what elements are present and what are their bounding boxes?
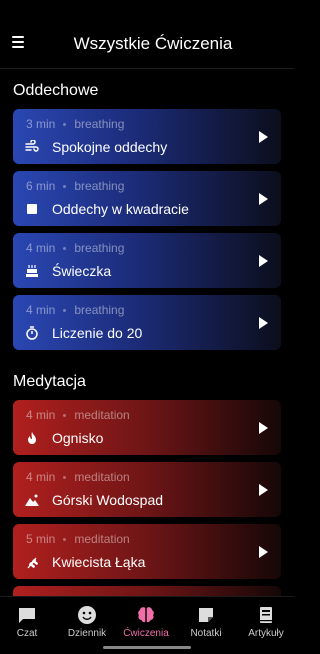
chat-icon <box>19 608 35 623</box>
duration-label: 4 min <box>26 470 56 484</box>
duration-label: 4 min <box>26 303 56 317</box>
section-title-breathing: Oddechowe <box>13 82 99 99</box>
duration-label: 3 min <box>26 117 56 131</box>
play-icon[interactable] <box>259 484 268 496</box>
app-bar: Wszystkie Ćwiczenia <box>0 0 294 76</box>
exercise-card[interactable]: 4 min meditation Górski Wodospad <box>13 462 281 517</box>
grain-icon <box>27 557 38 569</box>
play-icon[interactable] <box>259 317 268 329</box>
home-indicator <box>103 646 191 649</box>
exercise-card[interactable]: 5 min meditation Kwiecista Łąka <box>13 524 281 579</box>
landscape-icon <box>25 494 39 506</box>
exercise-name: Spokojne oddechy <box>52 139 168 155</box>
exercise-name: Górski Wodospad <box>52 492 164 508</box>
duration-label: 4 min <box>26 408 56 422</box>
category-label: meditation <box>74 532 130 546</box>
app-bar-divider <box>0 68 294 69</box>
category-label: breathing <box>74 179 125 193</box>
nav-label: Ćwiczenia <box>123 628 169 639</box>
smiley-icon <box>78 606 96 624</box>
category-label: breathing <box>74 303 125 317</box>
nav-item-notes[interactable]: Notatki <box>177 603 235 645</box>
exercise-name: Kwiecista Łąka <box>52 554 146 570</box>
section-title-meditation: Medytacja <box>13 373 86 390</box>
nav-item-chat[interactable]: Czat <box>0 603 56 645</box>
wind-icon <box>25 140 39 152</box>
exercise-list[interactable]: Oddechowe 3 min breathing Spokojne oddech… <box>0 76 294 596</box>
exercise-card[interactable]: 3 min breathing Spokojne oddechy <box>13 109 281 164</box>
exercise-name: Liczenie do 20 <box>52 325 143 341</box>
exercise-card[interactable]: 4 min breathing Liczenie do 20 <box>13 295 281 350</box>
play-icon[interactable] <box>259 193 268 205</box>
square-icon <box>27 204 37 214</box>
exercise-card[interactable]: 4 min meditation Ognisko <box>13 400 281 455</box>
book-icon <box>260 607 272 623</box>
nav-item-exercises[interactable]: Ćwiczenia <box>117 603 175 645</box>
timer-icon <box>26 326 38 340</box>
nav-label: Czat <box>16 628 38 639</box>
category-label: breathing <box>74 117 125 131</box>
nav-label: Notatki <box>190 628 222 639</box>
exercise-card[interactable]: 6 min breathing Oddechy w kwadracie <box>13 171 281 226</box>
nav-label: Artykuły <box>248 628 284 639</box>
exercise-name: Świeczka <box>52 263 112 279</box>
category-label: meditation <box>74 470 130 484</box>
fire-icon <box>28 432 36 444</box>
exercise-name: Ognisko <box>52 430 104 446</box>
exercise-card-partial[interactable] <box>13 586 281 596</box>
play-icon[interactable] <box>259 422 268 434</box>
exercise-card[interactable]: 4 min breathing Świeczka <box>13 233 281 288</box>
duration-label: 5 min <box>26 532 56 546</box>
brain-icon <box>138 607 154 623</box>
nav-label: Dziennik <box>67 628 107 639</box>
duration-label: 4 min <box>26 241 56 255</box>
play-icon[interactable] <box>259 546 268 558</box>
exercise-name: Oddechy w kwadracie <box>52 201 189 217</box>
category-label: breathing <box>74 241 125 255</box>
nav-item-articles[interactable]: Artykuły <box>237 603 295 645</box>
cake-icon <box>26 265 38 277</box>
category-label: meditation <box>74 408 130 422</box>
page-title: Wszystkie Ćwiczenia <box>73 34 233 53</box>
note-icon <box>199 608 213 622</box>
play-icon[interactable] <box>259 131 268 143</box>
play-icon[interactable] <box>259 255 268 267</box>
duration-label: 6 min <box>26 179 56 193</box>
nav-item-journal[interactable]: Dziennik <box>58 603 116 645</box>
